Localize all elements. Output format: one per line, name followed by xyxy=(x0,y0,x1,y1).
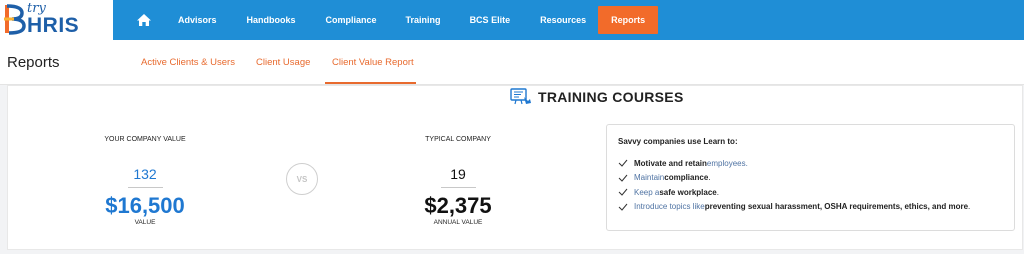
check-icon xyxy=(618,159,628,167)
logo[interactable]: try HRIS xyxy=(0,0,113,40)
tab-client-usage[interactable]: Client Usage xyxy=(256,57,310,68)
benefit-text-end: . xyxy=(968,202,971,212)
benefit-text-bold: safe workplace xyxy=(659,187,717,197)
vs-badge: VS xyxy=(286,163,318,195)
benefits-box: Savvy companies use Learn to: Motivate a… xyxy=(606,124,1015,231)
logo-mark-icon xyxy=(4,4,26,35)
benefit-text-bold: preventing sexual harassment, OSHA requi… xyxy=(704,202,969,212)
benefit-item: Introduce topics like preventing sexual … xyxy=(618,200,1014,215)
check-icon xyxy=(618,188,628,196)
benefit-item: Motivate and retain employees. xyxy=(618,156,1014,171)
check-icon xyxy=(618,203,628,211)
nav-advisors[interactable]: Advisors xyxy=(178,6,217,34)
check-icon xyxy=(618,174,628,182)
benefit-text: Introduce topics like xyxy=(634,202,705,212)
typical-company-label: TYPICAL COMPANY xyxy=(425,136,491,143)
training-icon xyxy=(510,88,531,105)
section-title: TRAINING COURSES xyxy=(538,88,684,105)
nav-resources[interactable]: Resources xyxy=(540,6,586,34)
main-nav: Advisors Handbooks Compliance Training B… xyxy=(113,0,1024,40)
typical-company-count: 19 xyxy=(450,166,466,182)
page-title: Reports xyxy=(7,54,60,71)
benefit-item: Keep a safe workplace. xyxy=(618,185,1014,200)
benefit-text: employees. xyxy=(706,158,748,168)
active-tab-indicator xyxy=(325,82,416,84)
nav-training[interactable]: Training xyxy=(406,6,441,34)
tab-active-clients-users[interactable]: Active Clients & Users xyxy=(141,57,235,68)
benefit-text: Maintain xyxy=(634,173,665,183)
vs-text: VS xyxy=(296,174,308,184)
benefit-item: Maintain compliance. xyxy=(618,171,1014,186)
your-company-label: YOUR COMPANY VALUE xyxy=(104,136,186,143)
benefit-text-end: . xyxy=(708,173,711,183)
section-header: TRAINING COURSES xyxy=(510,88,684,105)
benefit-text-bold: compliance xyxy=(664,173,709,183)
benefit-text: Keep a xyxy=(634,187,660,197)
tab-client-value-report[interactable]: Client Value Report xyxy=(332,57,414,68)
typical-company-divider xyxy=(441,187,476,188)
nav-reports[interactable]: Reports xyxy=(598,6,659,34)
benefits-heading: Savvy companies use Learn to: xyxy=(618,137,738,146)
your-company-count: 132 xyxy=(133,166,157,182)
sub-header: Reports Active Clients & Users Client Us… xyxy=(0,40,1024,85)
benefit-text-end: . xyxy=(716,187,719,197)
nav-bcs-elite[interactable]: BCS Elite xyxy=(470,6,511,34)
nav-compliance[interactable]: Compliance xyxy=(326,6,377,34)
home-icon[interactable] xyxy=(136,13,152,27)
top-bar: try HRIS Advisors Handbooks Compliance T… xyxy=(0,0,1024,40)
nav-handbooks[interactable]: Handbooks xyxy=(247,6,296,34)
typical-company-amount: $2,375 xyxy=(424,193,492,218)
your-company-divider xyxy=(128,187,163,188)
your-company-amount: $16,500 xyxy=(105,193,185,218)
your-company-amount-label: VALUE xyxy=(134,219,156,226)
logo-hris-text: HRIS xyxy=(27,14,80,37)
typical-company-amount-label: ANNUAL VALUE xyxy=(433,219,483,226)
benefit-text-bold: Motivate and retain xyxy=(634,158,707,168)
